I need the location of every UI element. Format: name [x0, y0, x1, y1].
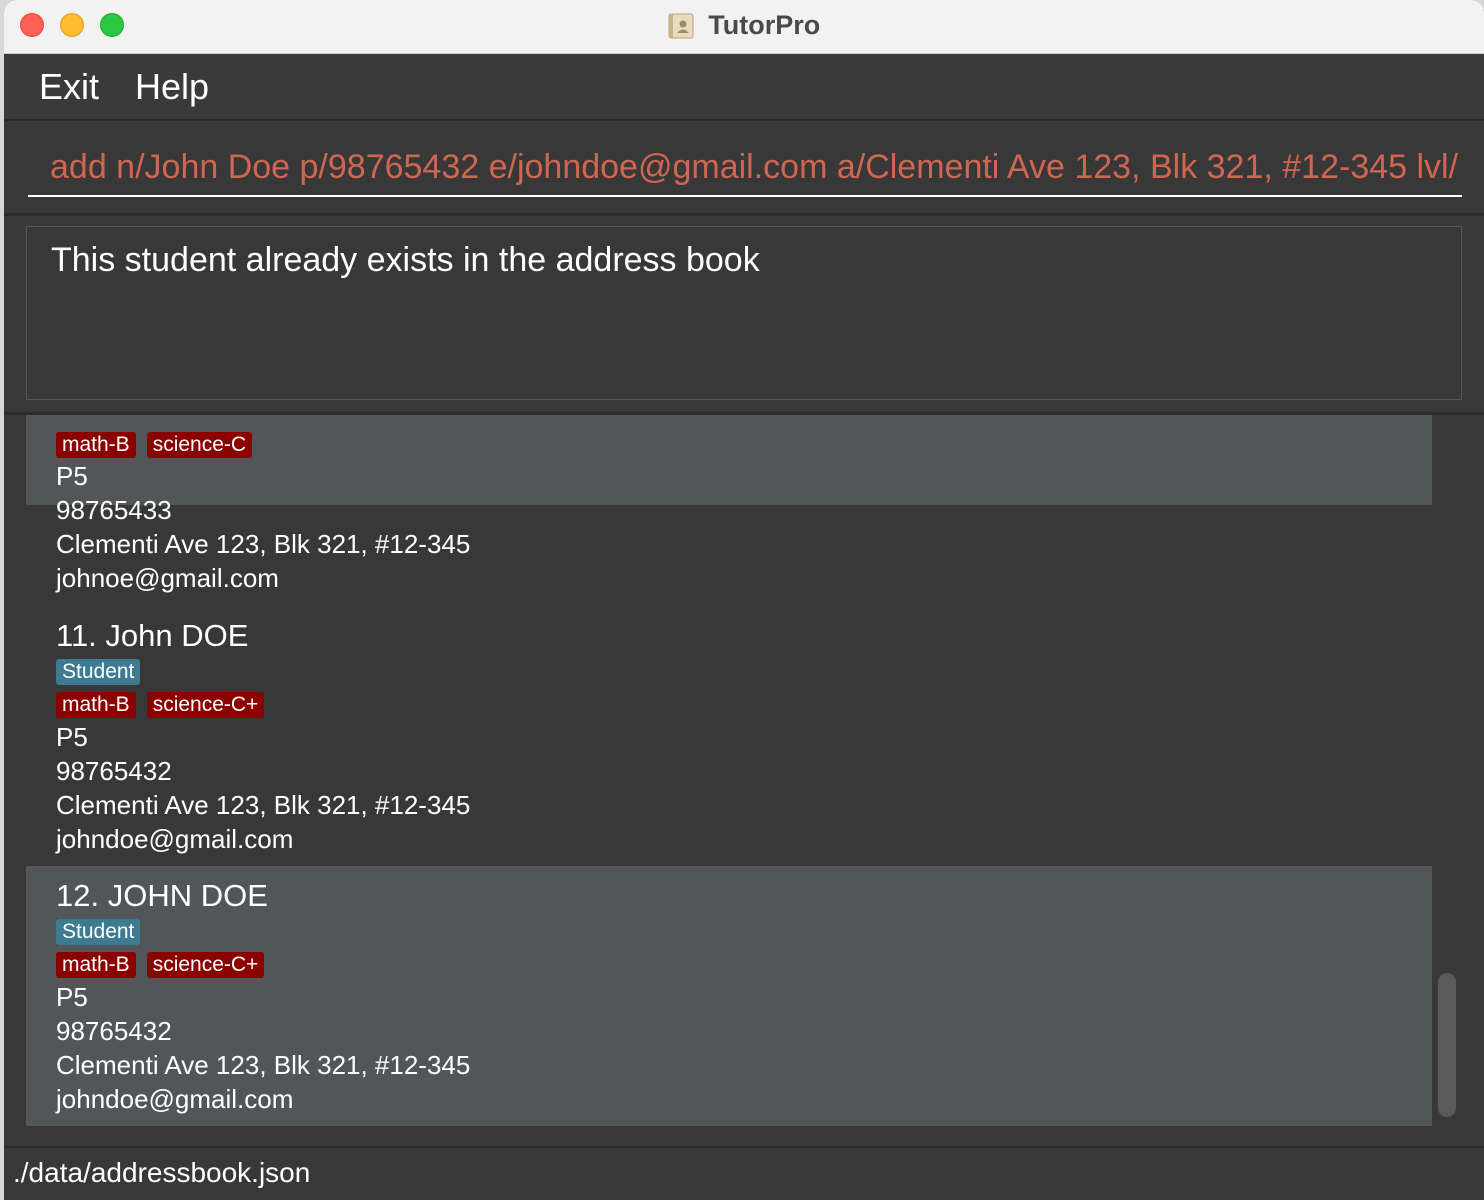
person-level: P5 — [56, 722, 88, 752]
result-display: This student already exists in the addre… — [26, 226, 1462, 400]
list-scrollbar[interactable] — [1438, 973, 1456, 1117]
person-phone: 98765432 — [56, 1016, 172, 1046]
role-tag: Student — [56, 919, 141, 945]
person-email: johnoe@gmail.com — [56, 563, 279, 593]
title-bar: TutorPro — [4, 0, 1484, 54]
subject-tag: science-C — [146, 432, 253, 458]
person-card[interactable]: 11. John DOE Student math-B science-C+ P5… — [26, 606, 1432, 866]
person-email: johndoe@gmail.com — [56, 824, 294, 854]
subject-tag: math-B — [56, 952, 136, 978]
role-tag: Student — [56, 659, 141, 685]
app-window: TutorPro Exit Help This student already … — [4, 0, 1484, 1200]
result-message: This student already exists in the addre… — [51, 241, 760, 279]
command-box — [4, 121, 1484, 216]
person-card[interactable]: math-B science-C P5 98765433 Clementi Ave… — [26, 415, 1432, 593]
person-email: johndoe@gmail.com — [56, 1084, 294, 1114]
subject-tag: science-C+ — [146, 692, 265, 718]
window-title: TutorPro — [708, 10, 821, 40]
person-level: P5 — [56, 461, 88, 491]
person-address: Clementi Ave 123, Blk 321, #12-345 — [56, 529, 471, 559]
menu-bar: Exit Help — [4, 54, 1484, 121]
person-level: P5 — [56, 982, 88, 1012]
status-bar: ./data/addressbook.json — [4, 1148, 1484, 1200]
menu-help[interactable]: Help — [135, 66, 209, 108]
result-display-area: This student already exists in the addre… — [4, 216, 1484, 415]
person-phone: 98765433 — [56, 495, 172, 525]
person-name: 12. JOHN DOE — [56, 878, 268, 913]
menu-exit[interactable]: Exit — [39, 66, 99, 108]
subject-tag: math-B — [56, 692, 136, 718]
subject-tags: math-B science-C+ — [56, 692, 275, 718]
person-list[interactable]: math-B science-C P5 98765433 Clementi Ave… — [4, 415, 1484, 1148]
person-card[interactable]: 12. JOHN DOE Student math-B science-C+ P5… — [26, 866, 1432, 1126]
subject-tags: math-B science-C — [56, 432, 263, 458]
person-phone: 98765432 — [56, 756, 172, 786]
person-name: 11. John DOE — [56, 618, 249, 653]
address-book-icon — [668, 13, 694, 39]
subject-tags: math-B science-C+ — [56, 952, 275, 978]
person-address: Clementi Ave 123, Blk 321, #12-345 — [56, 1050, 471, 1080]
command-input[interactable] — [28, 139, 1462, 197]
subject-tag: math-B — [56, 432, 136, 458]
save-file-path: ./data/addressbook.json — [13, 1157, 311, 1188]
role-tags: Student — [56, 919, 151, 945]
person-address: Clementi Ave 123, Blk 321, #12-345 — [56, 790, 471, 820]
role-tags: Student — [56, 659, 151, 685]
subject-tag: science-C+ — [146, 952, 265, 978]
